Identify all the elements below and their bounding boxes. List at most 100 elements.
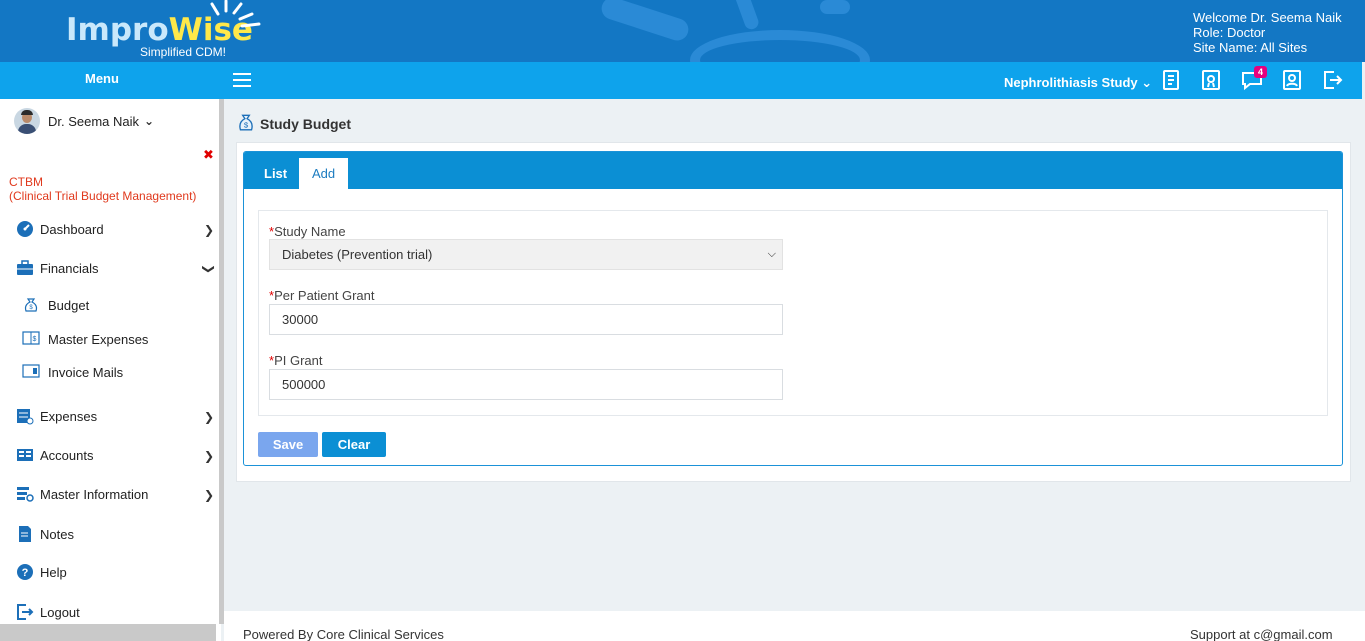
header-decoration (733, 0, 761, 32)
sidebar-item-label: Notes (40, 526, 74, 542)
study-selector-label: Nephrolithiasis Study (1004, 75, 1138, 90)
close-sidebar-icon[interactable]: ✖ (203, 147, 214, 163)
header-decoration (598, 0, 692, 44)
expenses-icon (16, 407, 34, 425)
chevron-right-icon: ❯ (204, 410, 215, 424)
sidebar-scrollbar[interactable] (219, 99, 224, 624)
sidebar-horizontal-scrollbar[interactable] (0, 624, 216, 641)
dashboard-icon (16, 220, 34, 238)
budget-form-card: List Add *Study Name Diabetes (Preventio… (243, 151, 1343, 466)
sidebar-item-label: Help (40, 564, 67, 580)
sidebar-subitem-budget[interactable]: $ Budget (22, 295, 89, 316)
sidebar-item-expenses[interactable]: Expenses ❯ (16, 407, 216, 425)
messages-icon[interactable]: 4 (1240, 66, 1268, 92)
budget-form: *Study Name Diabetes (Prevention trial) … (258, 210, 1328, 416)
improwise-logo[interactable]: ImproWise Simplified CDM! (66, 0, 261, 59)
sun-rays-icon (210, 0, 261, 28)
svg-text:$: $ (33, 336, 37, 343)
sidebar-subitem-invoice-mails[interactable]: Invoice Mails (22, 362, 123, 383)
page-title: $ Study Budget (236, 112, 351, 135)
chevron-down-icon: ⌄ (144, 114, 155, 128)
sidebar-item-dashboard[interactable]: Dashboard ❯ (16, 220, 216, 238)
help-icon: ? (16, 563, 34, 581)
welcome-text: Welcome Dr. Seema Naik (1193, 10, 1342, 25)
footer-powered-by: Powered By Core Clinical Services (243, 627, 444, 641)
profile-icon[interactable] (1280, 68, 1304, 92)
pi-grant-input[interactable]: 500000 (269, 369, 783, 400)
module-subtitle: (Clinical Trial Budget Management) (9, 189, 197, 203)
money-bag-icon: $ (236, 112, 256, 135)
profile-name: Dr. Seema Naik (48, 113, 140, 129)
per-patient-grant-value: 30000 (282, 312, 319, 327)
pi-grant-value: 500000 (282, 377, 326, 392)
sidebar-item-label: Budget (48, 298, 90, 313)
sidebar-item-label: Dashboard (40, 221, 104, 237)
sidebar-item-help[interactable]: ? Help (16, 563, 216, 581)
pi-grant-label: *PI Grant (269, 353, 322, 368)
label-text: Study Name (274, 224, 346, 239)
sidebar-item-label: Logout (40, 604, 80, 620)
tab-list[interactable]: List (251, 158, 300, 189)
notification-badge: 4 (1254, 66, 1268, 78)
master-info-icon (16, 485, 34, 503)
money-bag-icon: $ (22, 295, 40, 316)
sidebar-item-financials[interactable]: Financials ❯ (16, 259, 216, 277)
svg-text:$: $ (244, 121, 249, 130)
module-name: CTBM (9, 175, 43, 189)
module-title: CTBM (Clinical Trial Budget Management) (9, 175, 196, 203)
page-title-text: Study Budget (260, 115, 351, 132)
label-text: PI Grant (274, 353, 323, 368)
user-profile-dropdown[interactable]: Dr. Seema Naik ⌄ (14, 108, 154, 134)
role-text: Role: Doctor (1193, 25, 1266, 40)
chevron-down-icon: ⌄ (1141, 75, 1153, 90)
site-name-text: Site Name: All Sites (1193, 40, 1308, 55)
svg-text:?: ? (22, 567, 29, 579)
study-name-select[interactable]: Diabetes (Prevention trial) ⌵ (269, 239, 783, 270)
logout-icon[interactable] (1320, 68, 1344, 92)
avatar (14, 108, 40, 134)
sidebar-subitem-master-expenses[interactable]: $ Master Expenses (22, 329, 148, 350)
study-selector[interactable]: Nephrolithiasis Study ⌄ (1004, 75, 1152, 91)
clear-button[interactable]: Clear (322, 432, 386, 457)
hamburger-menu-icon[interactable] (233, 73, 251, 87)
footer: Powered By Core Clinical Services Suppor… (224, 611, 1365, 641)
user-info: Welcome Dr. Seema Naik Role: Doctor Site… (1193, 10, 1342, 55)
logout-icon (16, 603, 34, 621)
accounts-icon (16, 446, 34, 464)
sidebar-item-label: Master Expenses (48, 332, 149, 347)
sidebar-item-notes[interactable]: Notes (16, 525, 216, 543)
chevron-down-icon: ❯ (202, 263, 217, 275)
menu-bar: Menu Nephrolithiasis Study ⌄ 4 (0, 62, 1362, 99)
certificate-icon[interactable] (1199, 68, 1223, 92)
sidebar-item-logout[interactable]: Logout (16, 603, 216, 621)
sidebar-item-accounts[interactable]: Accounts ❯ (16, 446, 216, 464)
ledger-icon: $ (22, 329, 40, 350)
study-name-value: Diabetes (Prevention trial) (282, 247, 433, 262)
sidebar-item-label: Expenses (40, 408, 98, 424)
svg-text:$: $ (29, 305, 33, 311)
per-patient-grant-label: *Per Patient Grant (269, 288, 375, 303)
top-header: ImproWise Simplified CDM! Welcome Dr. Se… (0, 0, 1365, 62)
sidebar-item-master-information[interactable]: Master Information ❯ (16, 485, 216, 503)
chevron-right-icon: ❯ (204, 449, 215, 463)
sidebar-item-label: Financials (40, 260, 99, 276)
tab-bar: List Add (244, 152, 1342, 189)
sidebar-item-label: Accounts (40, 447, 94, 463)
notes-icon (16, 525, 34, 543)
header-decoration (690, 30, 870, 62)
header-decoration (820, 0, 850, 14)
invoice-icon (22, 362, 40, 383)
per-patient-grant-input[interactable]: 30000 (269, 304, 783, 335)
chevron-right-icon: ❯ (204, 223, 215, 237)
sidebar-item-label: Invoice Mails (48, 365, 124, 380)
chevron-right-icon: ❯ (204, 488, 215, 502)
logo-tagline: Simplified CDM! (140, 45, 227, 59)
tab-add[interactable]: Add (299, 158, 349, 189)
menu-label: Menu (85, 71, 119, 86)
report-icon[interactable] (1159, 68, 1183, 92)
footer-support-email[interactable]: Support at c@gmail.com (1190, 627, 1333, 641)
logo-impro: Impro (66, 12, 169, 48)
save-button[interactable]: Save (258, 432, 318, 457)
study-name-label: *Study Name (269, 224, 346, 239)
sidebar-item-label: Master Information (40, 486, 149, 502)
